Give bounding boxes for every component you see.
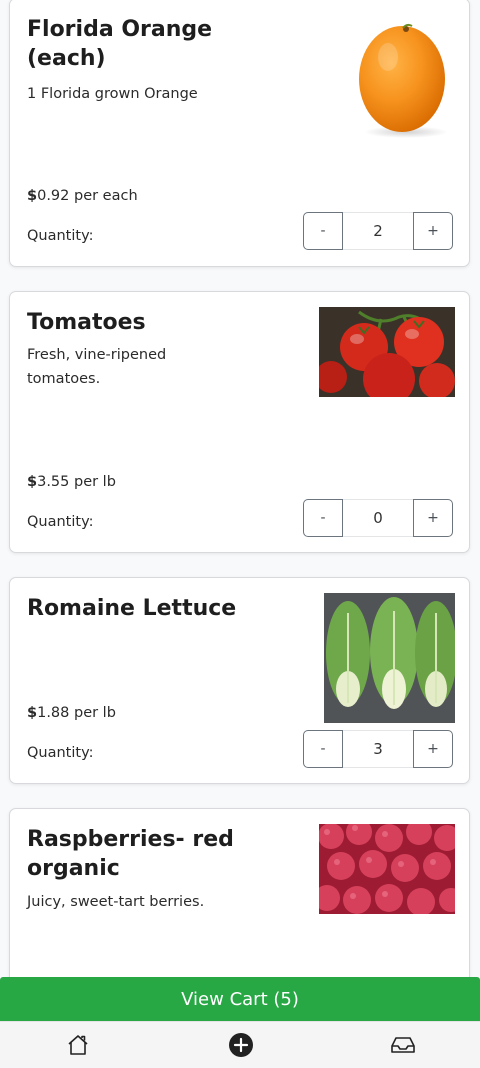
product-price: $3.55 per lb [27,474,116,490]
view-cart-button[interactable]: View Cart (5) [0,977,480,1021]
romaine-lettuce-image [324,593,455,723]
quantity-input[interactable] [343,499,413,537]
product-title: Romaine Lettuce [27,596,237,621]
quantity-input[interactable] [343,212,413,250]
orange-image [348,19,458,141]
product-price: $1.88 per lb [27,705,116,721]
product-price: $0.92 per each [27,188,138,204]
product-description: 1 Florida grown Orange [27,86,198,102]
raspberries-image [319,824,455,914]
product-card: Florida Orange (each) 1 Florida grown Or… [9,0,470,267]
quantity-label: Quantity: [27,228,94,244]
quantity-stepper: - + [303,499,453,537]
product-title: Florida Orange (each) [27,17,213,71]
product-description: Fresh, vine-ripened tomatoes. [27,347,167,387]
product-description: Juicy, sweet-tart berries. [27,894,205,910]
price-value: 0.92 per each [37,188,138,204]
product-list: Florida Orange (each) 1 Florida grown Or… [0,0,480,1068]
decrease-quantity-button[interactable]: - [303,730,343,768]
product-title: Tomatoes [27,310,146,335]
product-card: Tomatoes Fresh, vine-ripened tomatoes. $… [9,291,470,553]
increase-quantity-button[interactable]: + [413,499,453,537]
currency-symbol: $ [27,188,38,204]
tomatoes-image [319,307,455,397]
bottom-navigation [0,1021,480,1068]
home-icon[interactable] [64,1031,92,1059]
quantity-stepper: - + [303,730,453,768]
increase-quantity-button[interactable]: + [413,212,453,250]
increase-quantity-button[interactable]: + [413,730,453,768]
add-circle-icon[interactable] [227,1031,255,1059]
product-card: Romaine Lettuce $1.88 per lb Quantity: -… [9,577,470,784]
quantity-label: Quantity: [27,514,94,530]
quantity-input[interactable] [343,730,413,768]
price-value: 3.55 per lb [37,474,116,490]
decrease-quantity-button[interactable]: - [303,499,343,537]
quantity-label: Quantity: [27,745,94,761]
price-value: 1.88 per lb [37,705,116,721]
quantity-stepper: - + [303,212,453,250]
currency-symbol: $ [27,474,38,490]
decrease-quantity-button[interactable]: - [303,212,343,250]
currency-symbol: $ [27,705,38,721]
inbox-icon[interactable] [389,1031,417,1059]
product-title: Raspberries- red organic [27,827,234,881]
